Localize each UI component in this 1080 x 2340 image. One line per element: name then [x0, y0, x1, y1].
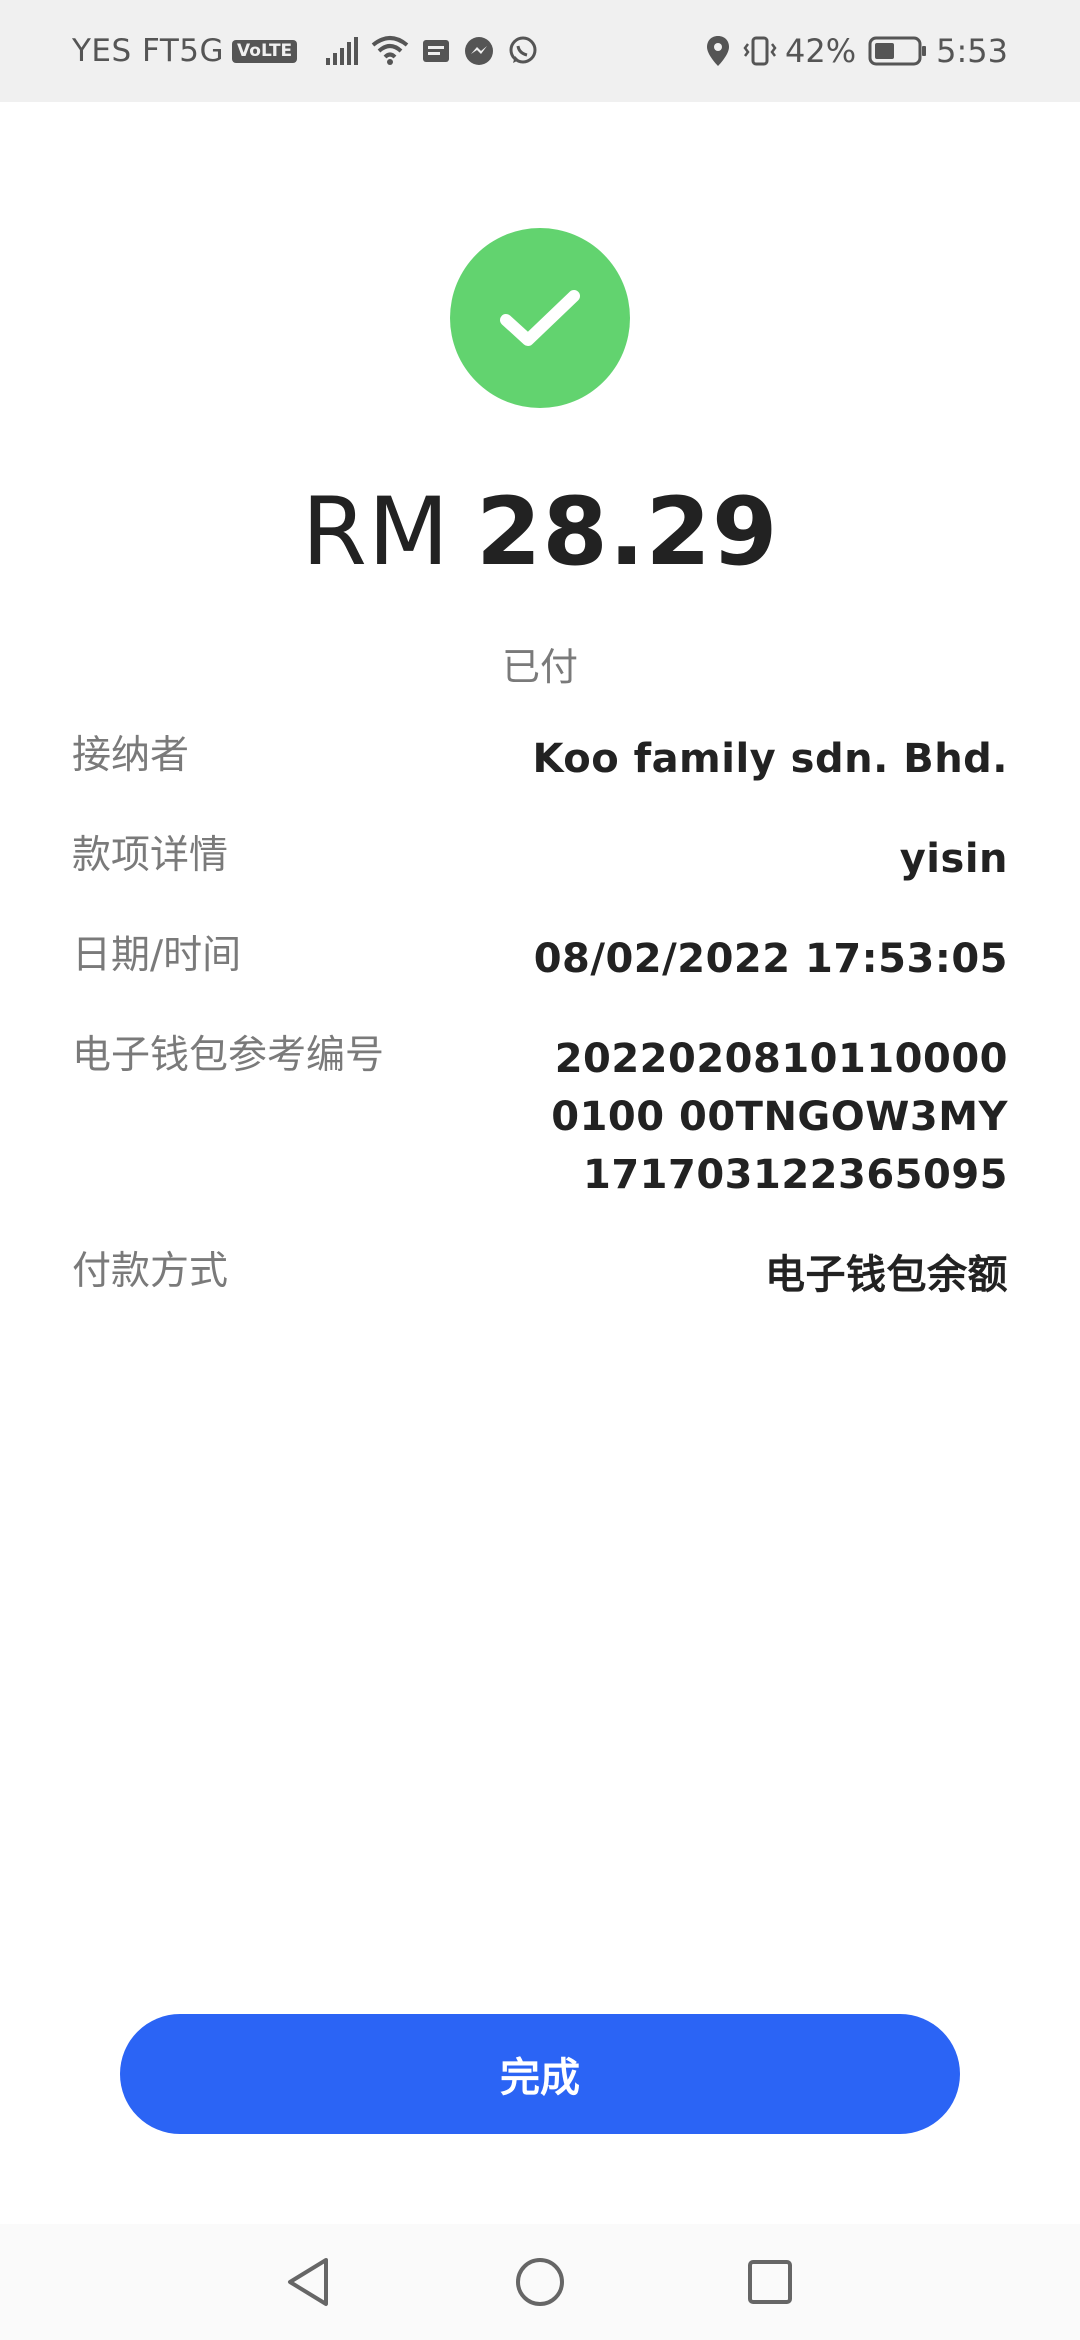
- payment-status: 已付: [501, 645, 578, 689]
- done-button[interactable]: 完成: [120, 2014, 960, 2134]
- status-bar-left: YES FT5G VoLTE: [72, 33, 539, 69]
- clock: 5:53: [936, 32, 1008, 70]
- wifi-icon: [371, 35, 409, 67]
- navigation-bar: [0, 2224, 1080, 2340]
- whatsapp-icon: [507, 35, 539, 67]
- location-icon: [705, 35, 731, 67]
- detail-value: Koo family sdn. Bhd.: [532, 736, 1008, 782]
- detail-label: 接纳者: [72, 733, 190, 778]
- battery-icon: [868, 36, 928, 66]
- detail-row-payment-details: 款项详情 yisin: [72, 830, 1008, 888]
- status-bar-right: 42% 5:53: [693, 32, 1008, 70]
- transaction-details: 接纳者 Koo family sdn. Bhd. 款项详情 yisin 日期/时…: [72, 730, 1008, 1346]
- battery-percentage: 42%: [785, 32, 857, 70]
- back-triangle-icon[interactable]: [276, 2250, 340, 2314]
- detail-row-recipient: 接纳者 Koo family sdn. Bhd.: [72, 730, 1008, 788]
- detail-label: 电子钱包参考编号: [72, 1033, 385, 1078]
- recents-square-icon[interactable]: [738, 2250, 802, 2314]
- detail-row-datetime: 日期/时间 08/02/2022 17:53:05: [72, 930, 1008, 988]
- carrier-name: YES FT5G: [72, 33, 225, 69]
- volte-badge: VoLTE: [232, 39, 298, 63]
- reference-number: 20220208101100000100 00TNGOW3MY171703122…: [551, 1036, 1008, 1198]
- messenger-icon: [463, 35, 495, 67]
- detail-value: yisin: [899, 836, 1008, 882]
- payment-success-screen: YES FT5G VoLTE 42% 5:53 RM 28.29 已付 接纳者 …: [0, 0, 1080, 2340]
- message-icon: [421, 37, 451, 65]
- home-circle-icon[interactable]: [508, 2250, 572, 2314]
- detail-row-reference: 电子钱包参考编号 20220208101100000100 00TNGOW3MY…: [72, 1030, 1008, 1204]
- currency: RM: [301, 478, 451, 587]
- payment-amount: RM 28.29: [0, 478, 1080, 587]
- detail-value: 电子钱包余额: [765, 1252, 1008, 1298]
- amount-value: 28.29: [476, 478, 779, 587]
- detail-row-payment-method: 付款方式 电子钱包余额: [72, 1246, 1008, 1304]
- detail-label: 款项详情: [72, 833, 229, 878]
- status-bar: YES FT5G VoLTE 42% 5:53: [0, 0, 1080, 102]
- vibrate-icon: [743, 35, 777, 67]
- detail-value: 08/02/2022 17:53:05: [533, 936, 1008, 982]
- checkmark-icon: [450, 228, 630, 408]
- signal-icon: [325, 36, 359, 66]
- detail-label: 日期/时间: [72, 933, 242, 978]
- detail-label: 付款方式: [72, 1249, 229, 1294]
